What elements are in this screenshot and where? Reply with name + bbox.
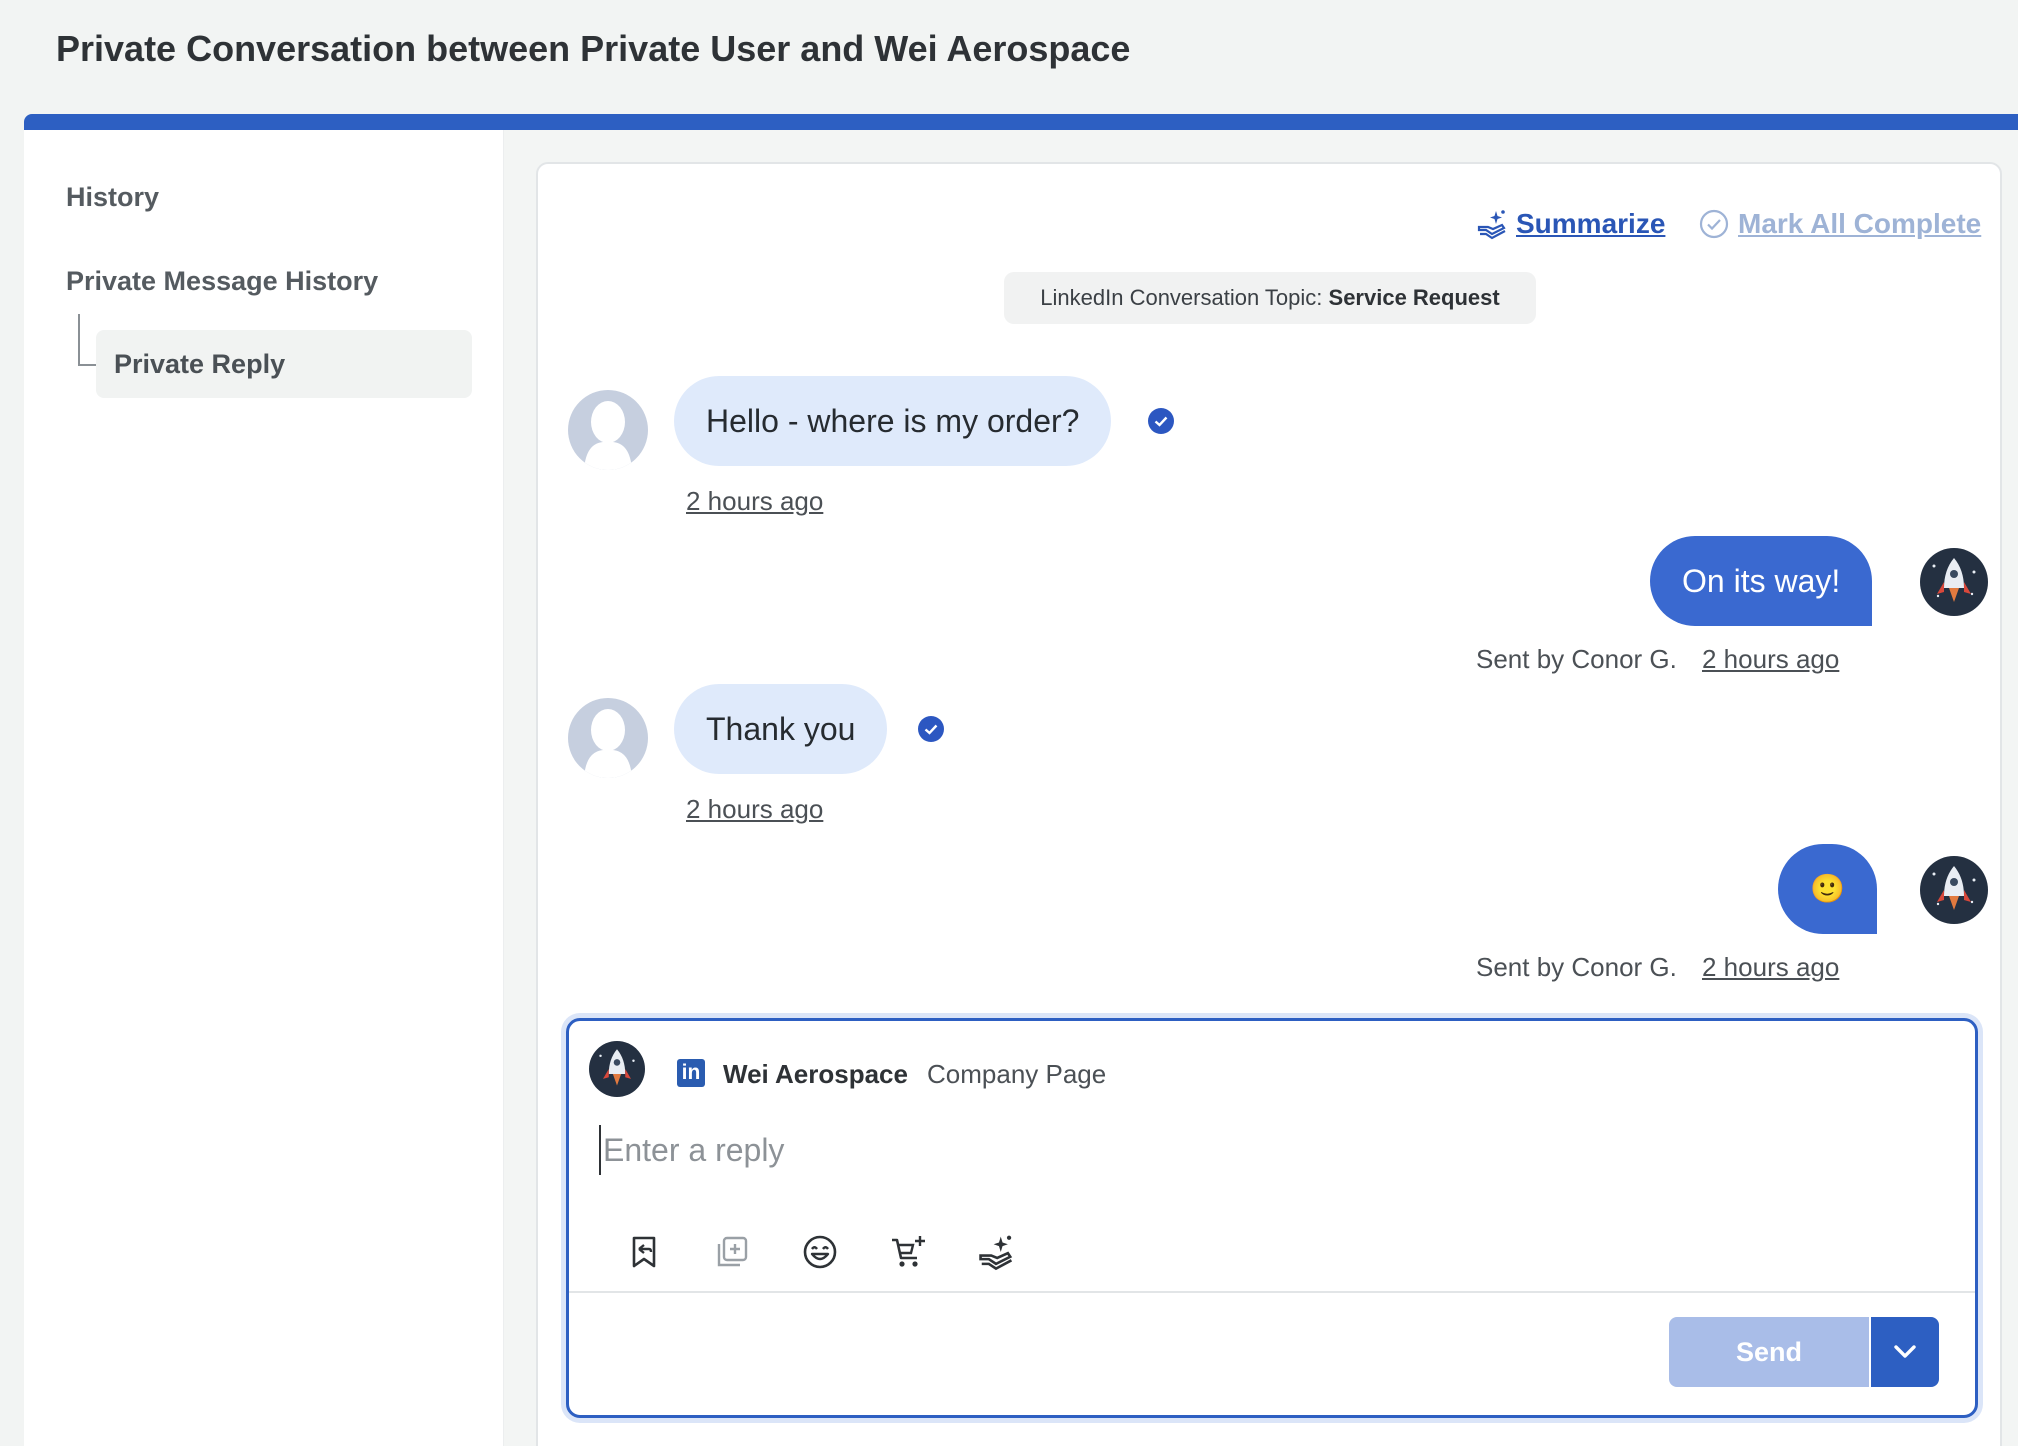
verified-check-icon (1148, 408, 1174, 434)
brand-avatar (1920, 548, 1988, 616)
person-silhouette-icon (584, 401, 632, 470)
mark-all-complete-label: Mark All Complete (1738, 208, 1982, 239)
sidebar: History Private Message History Private … (24, 130, 504, 1446)
message-timestamp-link[interactable]: 2 hours ago (1702, 644, 1839, 675)
sidebar-history-heading: History (66, 182, 160, 212)
page-title: Private Conversation between Private Use… (56, 28, 1131, 69)
ai-assist-icon[interactable] (977, 1233, 1015, 1271)
brand-avatar (1920, 856, 1988, 924)
chevron-down-icon (1894, 1345, 1916, 1358)
add-product-icon[interactable] (889, 1233, 927, 1271)
user-avatar (568, 390, 648, 470)
topic-value: Service Request (1328, 285, 1500, 310)
emoji-icon[interactable] (801, 1233, 839, 1271)
reply-input[interactable] (599, 1125, 1919, 1175)
rocket-logo-icon (599, 1049, 635, 1086)
conversation-topic: LinkedIn Conversation Topic: Service Req… (1004, 272, 1536, 324)
rocket-logo-icon (1932, 558, 1976, 602)
tree-connector (78, 314, 96, 366)
composer-divider (569, 1291, 1975, 1293)
sidebar-item-private-reply[interactable]: Private Reply (96, 330, 472, 398)
composer-brand-avatar (589, 1041, 645, 1097)
add-media-icon[interactable] (713, 1233, 751, 1271)
summarize-label: Summarize (1516, 208, 1666, 239)
message-timestamp-link[interactable]: 2 hours ago (1702, 952, 1839, 983)
person-silhouette-icon (584, 709, 632, 778)
linkedin-icon: in (677, 1059, 705, 1087)
send-options-button[interactable] (1871, 1317, 1939, 1387)
message-bubble-incoming: Hello - where is my order? (674, 376, 1112, 466)
main-area: Summarize Mark All Complete LinkedIn Con… (504, 130, 2018, 1446)
reply-composer: in Wei Aerospace Company Page Enter a re… (566, 1018, 1978, 1418)
sender-label: Sent by Conor G. (1476, 644, 1677, 674)
verified-check-icon (918, 716, 944, 742)
message-bubble-outgoing: On its way! (1650, 536, 1873, 626)
user-avatar (568, 698, 648, 778)
send-button[interactable]: Send (1669, 1317, 1869, 1387)
sidebar-item-private-message-history[interactable]: Private Message History (66, 266, 378, 297)
saved-reply-icon[interactable] (625, 1233, 663, 1271)
composer-page-type: Company Page (927, 1059, 1107, 1089)
sender-label: Sent by Conor G. (1476, 952, 1677, 982)
mark-all-complete-link[interactable]: Mark All Complete (1698, 208, 1981, 240)
message-timestamp-link[interactable]: 2 hours ago (686, 794, 823, 825)
message-bubble-outgoing: 🙂 (1778, 844, 1877, 934)
check-circle-icon (1699, 209, 1729, 239)
ai-assist-icon (1477, 210, 1506, 240)
composer-page-name: Wei Aerospace (723, 1059, 908, 1089)
message-bubble-incoming: Thank you (674, 684, 888, 774)
conversation-panel: History Private Message History Private … (24, 114, 2018, 1446)
message-timestamp-link[interactable]: 2 hours ago (686, 486, 823, 517)
conversation-card: Summarize Mark All Complete LinkedIn Con… (536, 162, 2002, 1446)
rocket-logo-icon (1932, 866, 1976, 910)
summarize-link[interactable]: Summarize (1476, 208, 1665, 240)
topic-prefix: LinkedIn Conversation Topic: (1040, 285, 1323, 310)
